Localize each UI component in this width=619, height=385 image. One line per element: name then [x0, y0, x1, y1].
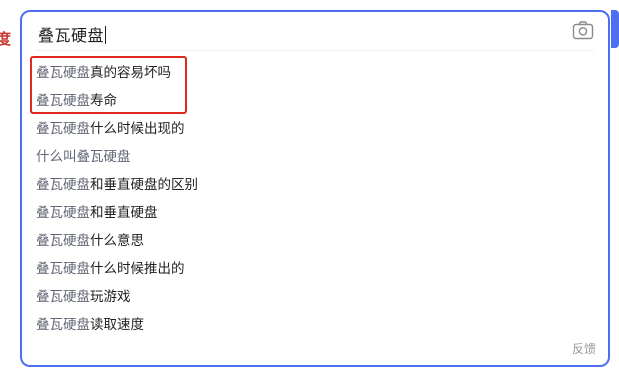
suggestion-prefix: 叠瓦硬盘: [36, 289, 90, 305]
suggestion-suffix: 和垂直硬盘: [90, 205, 158, 221]
suggestion-item[interactable]: 叠瓦硬盘什么时候推出的: [22, 255, 608, 283]
suggestion-prefix: 什么叫叠瓦硬盘: [36, 149, 131, 165]
suggestion-prefix: 叠瓦硬盘: [36, 233, 90, 249]
search-query-text[interactable]: 叠瓦硬盘: [38, 22, 107, 46]
suggestion-item[interactable]: 叠瓦硬盘真的容易坏吗: [22, 59, 608, 87]
suggestion-item[interactable]: 叠瓦硬盘玩游戏: [22, 283, 608, 311]
suggestion-suffix: 什么时候出现的: [90, 121, 185, 137]
suggestion-suffix: 读取速度: [90, 317, 144, 333]
page: 度 叠瓦硬盘 叠瓦硬盘真的容易坏吗 叠瓦硬盘寿命 叠瓦硬盘什么时候出现的 什么叫…: [0, 0, 619, 385]
suggestion-suffix: 和垂直硬盘的区别: [90, 177, 198, 193]
suggestion-item[interactable]: 什么叫叠瓦硬盘: [22, 143, 608, 171]
text-caret: [105, 26, 107, 44]
suggestion-prefix: 叠瓦硬盘: [36, 121, 90, 137]
suggestion-item[interactable]: 叠瓦硬盘和垂直硬盘的区别: [22, 171, 608, 199]
suggestion-suffix: 什么意思: [90, 233, 144, 249]
suggestion-item[interactable]: 叠瓦硬盘什么时候出现的: [22, 115, 608, 143]
suggestion-item[interactable]: 叠瓦硬盘什么意思: [22, 227, 608, 255]
suggestion-prefix: 叠瓦硬盘: [36, 65, 90, 81]
search-dropdown: 叠瓦硬盘 叠瓦硬盘真的容易坏吗 叠瓦硬盘寿命 叠瓦硬盘什么时候出现的 什么叫叠瓦…: [20, 10, 610, 367]
suggestion-suffix: 寿命: [90, 93, 117, 109]
suggestion-prefix: 叠瓦硬盘: [36, 317, 90, 333]
suggestion-suffix: 什么时候推出的: [90, 261, 185, 277]
suggestion-prefix: 叠瓦硬盘: [36, 177, 90, 193]
suggestion-suffix: 真的容易坏吗: [90, 65, 171, 81]
feedback-link[interactable]: 反馈: [572, 340, 596, 357]
suggestion-item[interactable]: 叠瓦硬盘寿命: [22, 87, 608, 115]
camera-icon[interactable]: [572, 20, 594, 40]
search-query-value: 叠瓦硬盘: [38, 26, 105, 45]
search-button[interactable]: [611, 10, 619, 48]
suggestion-prefix: 叠瓦硬盘: [36, 261, 90, 277]
suggestion-prefix: 叠瓦硬盘: [36, 93, 90, 109]
suggestion-list: 叠瓦硬盘真的容易坏吗 叠瓦硬盘寿命 叠瓦硬盘什么时候出现的 什么叫叠瓦硬盘 叠瓦…: [22, 51, 608, 339]
logo-fragment: 度: [0, 30, 12, 48]
suggestion-suffix: 玩游戏: [90, 289, 131, 305]
suggestion-item[interactable]: 叠瓦硬盘读取速度: [22, 311, 608, 339]
suggestion-prefix: 叠瓦硬盘: [36, 205, 90, 221]
suggestion-item[interactable]: 叠瓦硬盘和垂直硬盘: [22, 199, 608, 227]
search-input[interactable]: 叠瓦硬盘: [36, 12, 594, 51]
